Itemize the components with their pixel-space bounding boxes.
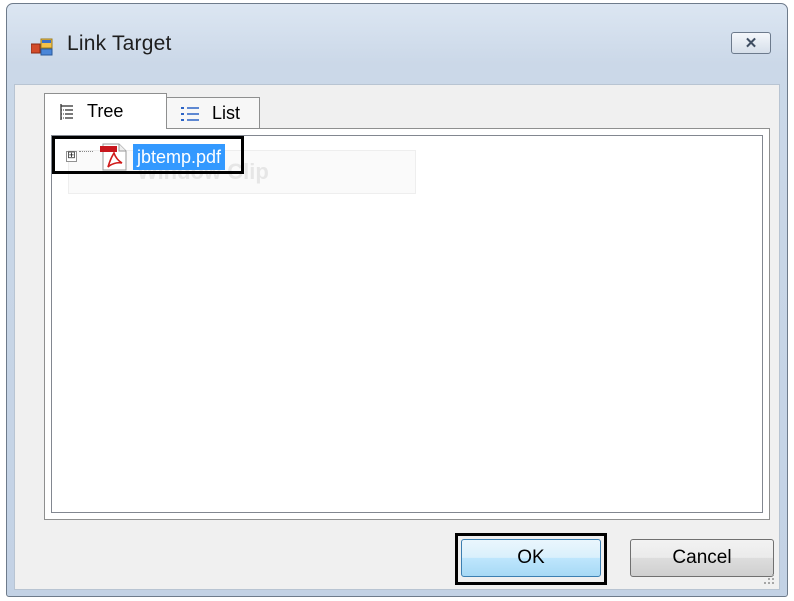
expand-icon[interactable]: ⊞: [66, 151, 77, 162]
tab-tree[interactable]: Tree: [44, 93, 167, 129]
tree-connector: [79, 151, 93, 152]
close-icon: ✕: [744, 35, 758, 52]
ok-button[interactable]: OK: [461, 539, 601, 577]
tree-view-icon: [60, 103, 73, 120]
node-label[interactable]: jbtemp.pdf: [133, 144, 226, 170]
tree-view[interactable]: Window Clip ⊞ jbtemp.pdf: [51, 135, 763, 513]
list-view-icon: [181, 106, 199, 121]
resize-grip-icon[interactable]: [761, 571, 775, 585]
tab-list-label: List: [212, 103, 241, 123]
tree-panel: Window Clip ⊞ jbtemp.pdf: [44, 128, 770, 520]
link-target-app-icon: [31, 38, 53, 56]
link-target-dialog: Link Target ✕ Tree List Window Clip ⊞ jb…: [6, 3, 788, 597]
window-title: Link Target: [67, 32, 172, 55]
close-button[interactable]: ✕: [731, 32, 771, 54]
cancel-button[interactable]: Cancel: [630, 539, 774, 577]
tab-tree-label: Tree: [87, 101, 124, 121]
pdf-file-icon: [100, 143, 127, 171]
tab-list[interactable]: List: [165, 97, 260, 129]
dialog-client-area: Tree List Window Clip ⊞ jbtemp.pdf OK Ca…: [14, 84, 780, 590]
title-bar: Link Target ✕: [7, 4, 787, 84]
tree-node-jbtemp-pdf[interactable]: ⊞ jbtemp.pdf: [52, 136, 244, 174]
